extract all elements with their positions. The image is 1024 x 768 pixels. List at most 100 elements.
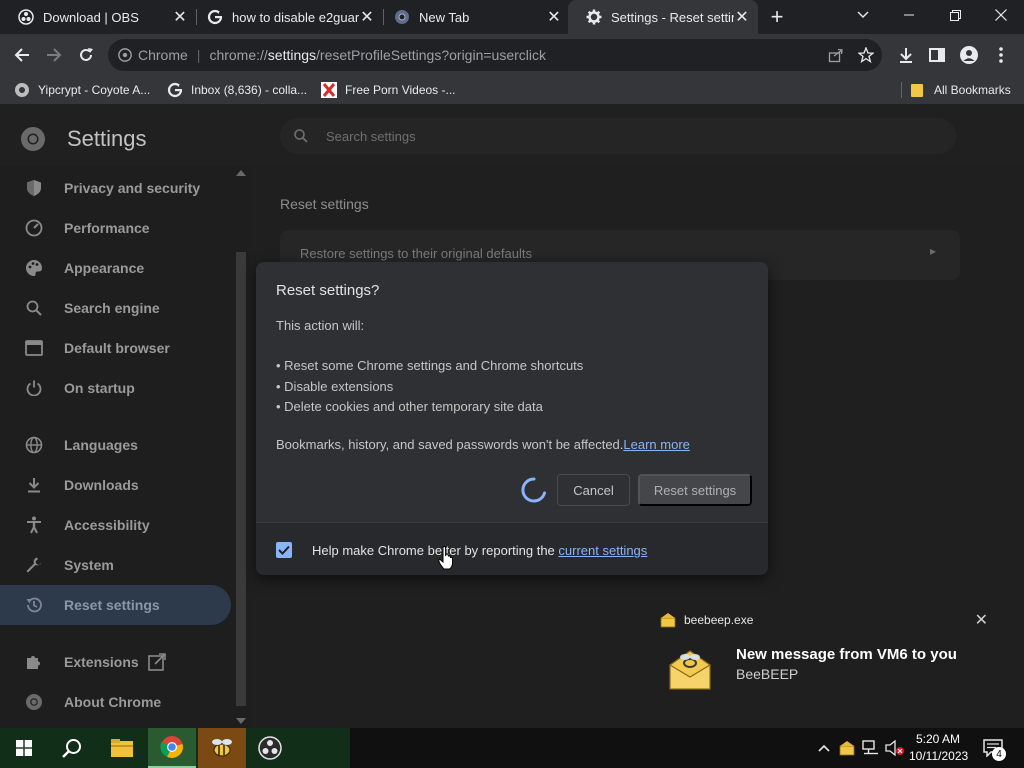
- reload-button[interactable]: [72, 41, 100, 69]
- clock-time[interactable]: 5:20 AM: [916, 732, 960, 746]
- clock-date[interactable]: 10/11/2023: [909, 749, 968, 763]
- bookmark-label: Yipcrypt - Coyote A...: [38, 83, 151, 97]
- speedometer-icon: [24, 218, 44, 238]
- tray-volume[interactable]: [885, 738, 905, 758]
- taskbar-obs[interactable]: [246, 728, 294, 768]
- chrome-logo-icon: [21, 127, 45, 151]
- close-icon[interactable]: ✕: [734, 9, 750, 26]
- back-button[interactable]: [8, 41, 36, 69]
- bookmarks-bar: Yipcrypt - Coyote A... Inbox (8,636) - c…: [0, 76, 1024, 104]
- notification-count-badge: 4: [992, 747, 1006, 761]
- scrollbar-thumb[interactable]: [236, 252, 246, 706]
- gear-icon: [586, 9, 602, 25]
- sidebar-item-about-chrome[interactable]: About Chrome: [0, 682, 231, 722]
- address-bar[interactable]: Chrome | chrome://settings/resetProfileS…: [108, 39, 882, 71]
- close-icon[interactable]: ✕: [359, 9, 375, 26]
- wrench-icon: [24, 555, 44, 575]
- current-settings-link[interactable]: current settings: [558, 543, 647, 558]
- restore-button[interactable]: [932, 0, 978, 30]
- sidebar-item-on-startup[interactable]: On startup: [0, 368, 231, 408]
- tab-google-search[interactable]: how to disable e2guar ✕: [189, 0, 383, 34]
- taskbar-chrome[interactable]: [148, 728, 196, 768]
- sidebar-item-default-browser[interactable]: Default browser: [0, 328, 231, 368]
- learn-more-link[interactable]: Learn more: [623, 437, 689, 452]
- windows-taskbar: 5:20 AM 10/11/2023 4: [0, 728, 1024, 768]
- sidebar-item-reset-settings[interactable]: Reset settings: [0, 585, 231, 625]
- start-button[interactable]: [0, 728, 48, 768]
- forward-button[interactable]: [40, 41, 68, 69]
- chevron-up-icon: [818, 744, 830, 752]
- new-tab-button[interactable]: +: [766, 4, 788, 29]
- sidebar-item-appearance[interactable]: Appearance: [0, 248, 231, 288]
- toast-source: BeeBEEP: [736, 666, 799, 682]
- tab-title: New Tab: [419, 9, 470, 25]
- page-title: Settings: [67, 126, 147, 151]
- dialog-note: Bookmarks, history, and saved passwords …: [276, 437, 690, 452]
- beebeep-icon: [660, 613, 676, 628]
- tab-obs[interactable]: Download | OBS ✕: [0, 0, 196, 34]
- side-panel-button[interactable]: [923, 41, 951, 69]
- share-icon[interactable]: [828, 47, 844, 63]
- sidebar-item-accessibility[interactable]: Accessibility: [0, 505, 231, 545]
- chrome-icon: [395, 10, 409, 24]
- sidebar-item-privacy[interactable]: Privacy and security: [0, 168, 231, 208]
- url-text: chrome://settings/resetProfileSettings?o…: [209, 47, 546, 63]
- bookmark-x-site[interactable]: Free Porn Videos -...: [321, 80, 456, 100]
- sidebar-item-extensions[interactable]: Extensions: [0, 642, 231, 682]
- sidebar-item-downloads[interactable]: Downloads: [0, 465, 231, 505]
- search-icon: [294, 129, 308, 143]
- windows-logo-icon: [16, 740, 32, 756]
- report-settings-checkbox[interactable]: [276, 542, 292, 558]
- kebab-menu-icon: [999, 47, 1003, 63]
- profile-button[interactable]: [955, 41, 983, 69]
- minimize-icon: [904, 14, 914, 16]
- bookmark-yipcrypt[interactable]: Yipcrypt - Coyote A...: [14, 80, 150, 100]
- tray-overflow-button[interactable]: [814, 738, 834, 758]
- sidebar-item-label: Accessibility: [64, 517, 150, 533]
- url-separator: |: [196, 47, 201, 63]
- close-window-button[interactable]: [978, 0, 1024, 30]
- close-icon[interactable]: ✕: [975, 610, 988, 630]
- downloads-button[interactable]: [892, 41, 920, 69]
- minimize-button[interactable]: [886, 0, 932, 30]
- sidebar-item-search-engine[interactable]: Search engine: [0, 288, 231, 328]
- sidebar-item-performance[interactable]: Performance: [0, 208, 231, 248]
- tab-search-button[interactable]: [840, 0, 886, 30]
- close-icon[interactable]: ✕: [546, 9, 562, 26]
- reset-settings-button[interactable]: Reset settings: [638, 474, 752, 506]
- menu-button[interactable]: [987, 41, 1015, 69]
- taskbar-file-explorer[interactable]: [98, 728, 146, 768]
- sidebar-item-system[interactable]: System: [0, 545, 231, 585]
- browser-window-icon: [24, 338, 44, 358]
- sidebar-item-label: Default browser: [64, 340, 170, 356]
- all-bookmarks-folder[interactable]: All Bookmarks: [910, 80, 1011, 100]
- search-settings-input[interactable]: Search settings: [280, 118, 956, 154]
- yipcrypt-icon: [15, 83, 29, 97]
- google-icon: [167, 82, 183, 98]
- taskbar-search-button[interactable]: [48, 728, 96, 768]
- search-placeholder: Search settings: [326, 128, 416, 144]
- close-icon[interactable]: ✕: [172, 9, 188, 26]
- tab-settings[interactable]: Settings - Reset settings ✕: [568, 0, 758, 34]
- scroll-up-icon[interactable]: [236, 170, 246, 176]
- sidebar-item-label: Languages: [64, 437, 138, 453]
- chrome-icon: [24, 692, 44, 712]
- section-heading: Reset settings: [280, 196, 369, 212]
- bookmark-inbox[interactable]: Inbox (8,636) - colla...: [167, 80, 307, 100]
- sidebar-item-languages[interactable]: Languages: [0, 425, 231, 465]
- tray-beebeep[interactable]: [837, 738, 857, 758]
- tray-network[interactable]: [861, 738, 881, 758]
- taskbar-beebeep[interactable]: [198, 728, 246, 768]
- restore-defaults-row[interactable]: Restore settings to their original defau…: [300, 246, 532, 261]
- scroll-down-icon[interactable]: [236, 718, 246, 724]
- notification-toast[interactable]: beebeep.exe ✕ New message from VM6 to yo…: [644, 595, 1008, 715]
- bookmark-star-icon[interactable]: [858, 47, 874, 63]
- sidebar-item-label: Downloads: [64, 477, 139, 493]
- settings-sidebar: Privacy and security Performance Appeara…: [0, 166, 250, 728]
- toast-app-name: beebeep.exe: [684, 613, 754, 627]
- google-icon: [207, 9, 223, 25]
- cancel-button[interactable]: Cancel: [557, 474, 630, 506]
- dialog-bullet-list: • Reset some Chrome settings and Chrome …: [276, 358, 746, 420]
- arrow-left-icon: [14, 48, 29, 62]
- tab-new-tab[interactable]: New Tab ✕: [376, 0, 570, 34]
